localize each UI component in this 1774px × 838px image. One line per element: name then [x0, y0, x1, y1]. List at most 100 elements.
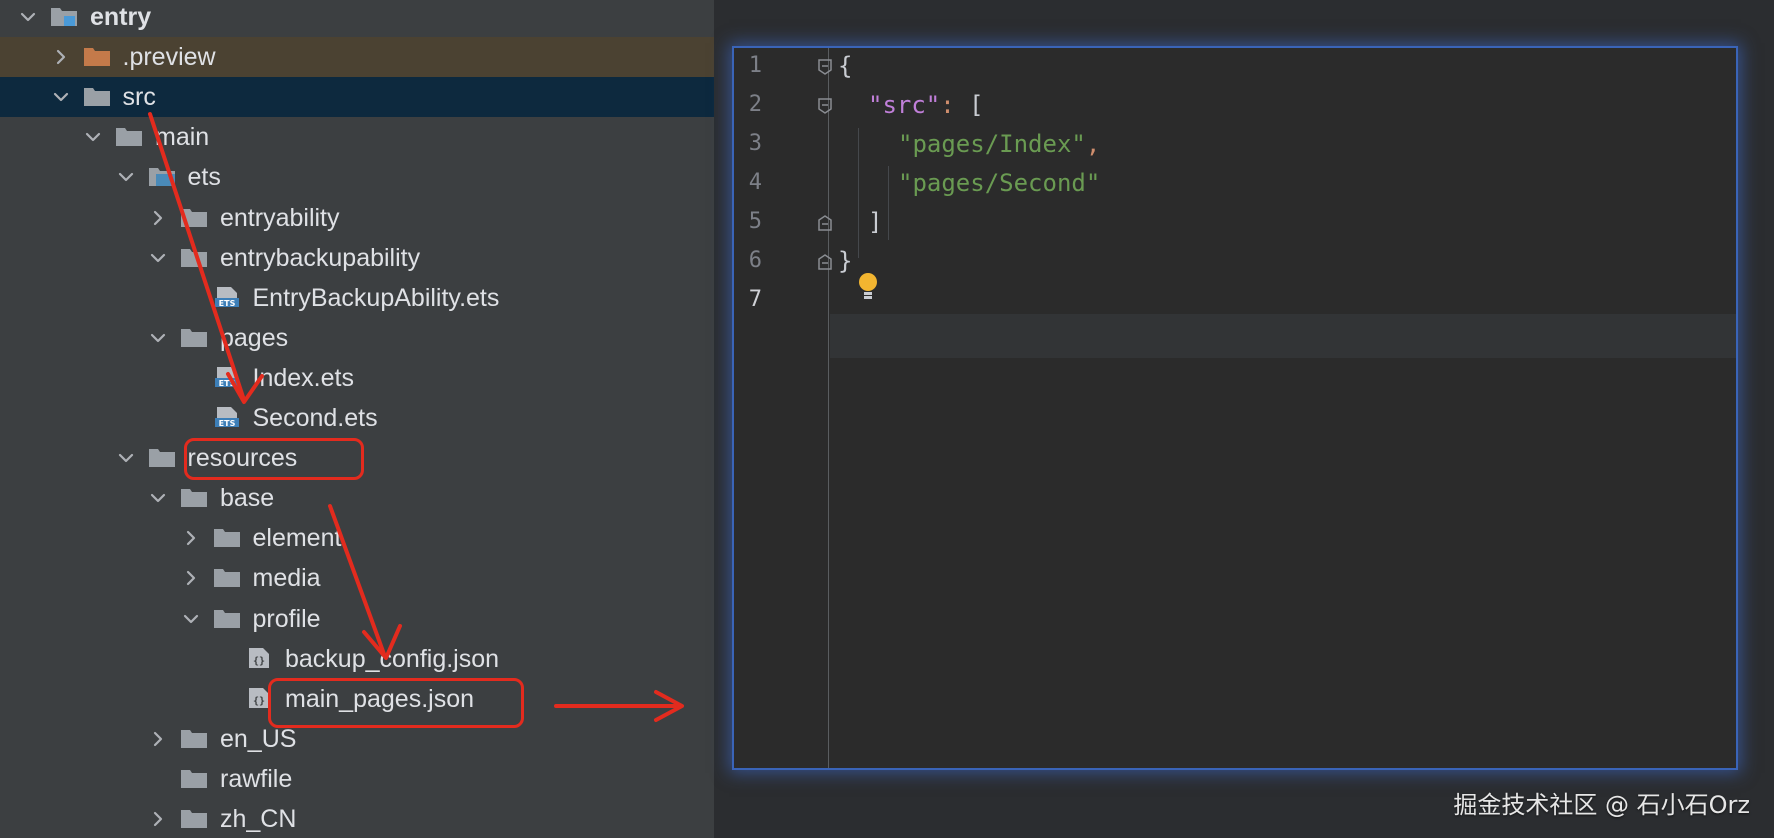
tree-item-label: media — [252, 564, 321, 593]
code-line-5: ] — [868, 207, 882, 237]
chevron-down-icon[interactable] — [83, 127, 103, 147]
tree-row-src[interactable]: src — [0, 77, 714, 118]
svg-text:ETS: ETS — [218, 299, 235, 308]
tree-item-label: entry — [90, 3, 152, 31]
json-file-icon: {} — [245, 647, 273, 669]
code-line-2: "src": [ — [868, 90, 984, 120]
tree-item-label: rawfile — [220, 764, 293, 793]
chevron-down-icon[interactable] — [18, 7, 38, 27]
code-editor[interactable]: 1 2 3 4 5 6 7 { "src": [ "pages/Index", … — [732, 46, 1738, 770]
tree-row-pages[interactable]: pages — [0, 318, 714, 358]
folder-icon — [83, 85, 111, 107]
tree-row-base[interactable]: base — [0, 478, 714, 518]
tree-row-entrybackupability-ets[interactable]: ETS EntryBackupAbility.ets — [0, 278, 714, 318]
tree-row-element[interactable]: element — [0, 518, 714, 558]
tree-row-rawfile[interactable]: rawfile — [0, 759, 714, 799]
line-number: 2 — [748, 92, 762, 117]
fold-marker-icon[interactable] — [816, 97, 834, 115]
annotation-box-resources — [184, 438, 364, 480]
folder-icon — [180, 807, 208, 829]
tree-item-label: EntryBackupAbility.ets — [252, 283, 500, 312]
tree-item-label: pages — [220, 323, 289, 352]
tree-item-label: ets — [187, 163, 221, 192]
folder-icon — [180, 326, 208, 348]
tree-item-label: backup_config.json — [285, 644, 500, 673]
tree-item-label: src — [122, 83, 156, 112]
token-string: "pages/Second" — [898, 169, 1101, 197]
chevron-right-icon[interactable] — [148, 809, 168, 829]
ets-file-icon: ETS — [213, 406, 241, 428]
tree-row-profile[interactable]: profile — [0, 599, 714, 639]
chevron-right-icon[interactable] — [181, 568, 201, 588]
line-number: 1 — [748, 53, 762, 78]
module-folder-icon — [50, 5, 78, 27]
folder-icon — [213, 526, 241, 548]
tree-row-ets[interactable]: ets — [0, 157, 714, 197]
tree-item-label: main — [155, 123, 210, 152]
chevron-down-icon[interactable] — [148, 488, 168, 508]
chevron-down-icon[interactable] — [116, 167, 136, 187]
chevron-right-icon[interactable] — [148, 729, 168, 749]
tree-row--preview[interactable]: .preview — [0, 37, 714, 78]
svg-text:{}: {} — [253, 656, 265, 667]
chevron-down-icon[interactable] — [148, 328, 168, 348]
chevron-down-icon[interactable] — [116, 448, 136, 468]
tree-row-entryability[interactable]: entryability — [0, 198, 714, 238]
token-colon: : — [940, 91, 955, 119]
folder-icon — [213, 566, 241, 588]
folder-icon — [180, 206, 208, 228]
token-string: "pages/Index" — [898, 130, 1086, 158]
svg-text:{}: {} — [253, 696, 265, 707]
chevron-right-icon[interactable] — [181, 528, 201, 548]
token-bracket: ] — [868, 208, 883, 236]
chevron-down-icon[interactable] — [51, 87, 71, 107]
folder-icon — [213, 607, 241, 629]
annotation-box-main-pages — [268, 678, 524, 728]
chevron-down-icon[interactable] — [148, 248, 168, 268]
tree-row-main[interactable]: main — [0, 117, 714, 157]
svg-text:ETS: ETS — [218, 419, 235, 428]
tree-row-backup-config-json[interactable]: {} backup_config.json — [0, 639, 714, 679]
folder-icon — [148, 446, 176, 468]
indent-guide — [858, 128, 859, 258]
ets-file-icon: ETS — [213, 286, 241, 308]
tree-item-label: .preview — [122, 43, 216, 72]
tree-row-index-ets[interactable]: ETS Index.ets — [0, 358, 714, 398]
token-comma: , — [1085, 130, 1101, 158]
line-number: 4 — [748, 170, 762, 195]
line-number: 3 — [748, 131, 762, 156]
tree-item-label: base — [220, 484, 275, 513]
chevron-right-icon[interactable] — [148, 208, 168, 228]
tree-item-label: Index.ets — [252, 363, 354, 392]
token-brace: { — [838, 52, 853, 80]
orange-folder-icon — [83, 45, 111, 67]
chevron-right-icon[interactable] — [51, 47, 71, 67]
chevron-down-icon[interactable] — [181, 609, 201, 629]
svg-text:ETS: ETS — [218, 379, 235, 388]
fold-end-marker-icon[interactable] — [816, 253, 834, 271]
lightbulb-icon[interactable] — [856, 271, 880, 303]
token-bracket: [ — [954, 91, 984, 119]
code-line-1: { — [838, 51, 852, 81]
folder-icon — [180, 246, 208, 268]
tree-row-second-ets[interactable]: ETS Second.ets — [0, 398, 714, 438]
tree-item-label: entrybackupability — [220, 243, 421, 272]
gutter-divider — [828, 48, 829, 768]
tree-row-media[interactable]: media — [0, 558, 714, 598]
fold-marker-icon[interactable] — [816, 58, 834, 76]
tree-row-entry[interactable]: entry — [0, 0, 714, 37]
tree-row-zh-cn[interactable]: zh_CN — [0, 799, 714, 838]
line-number: 6 — [748, 248, 762, 273]
folder-icon — [180, 767, 208, 789]
ets-file-icon: ETS — [213, 366, 241, 388]
folder-icon — [180, 727, 208, 749]
code-line-6: } — [838, 246, 852, 276]
tree-row-entrybackupability[interactable]: entrybackupability — [0, 238, 714, 278]
fold-end-marker-icon[interactable] — [816, 214, 834, 232]
tree-item-label: zh_CN — [220, 805, 297, 833]
current-line-highlight — [830, 314, 1736, 358]
tree-item-label: element — [252, 524, 342, 553]
line-number: 7 — [748, 287, 762, 312]
indent-guide — [888, 166, 889, 240]
tree-item-label: profile — [252, 604, 321, 633]
